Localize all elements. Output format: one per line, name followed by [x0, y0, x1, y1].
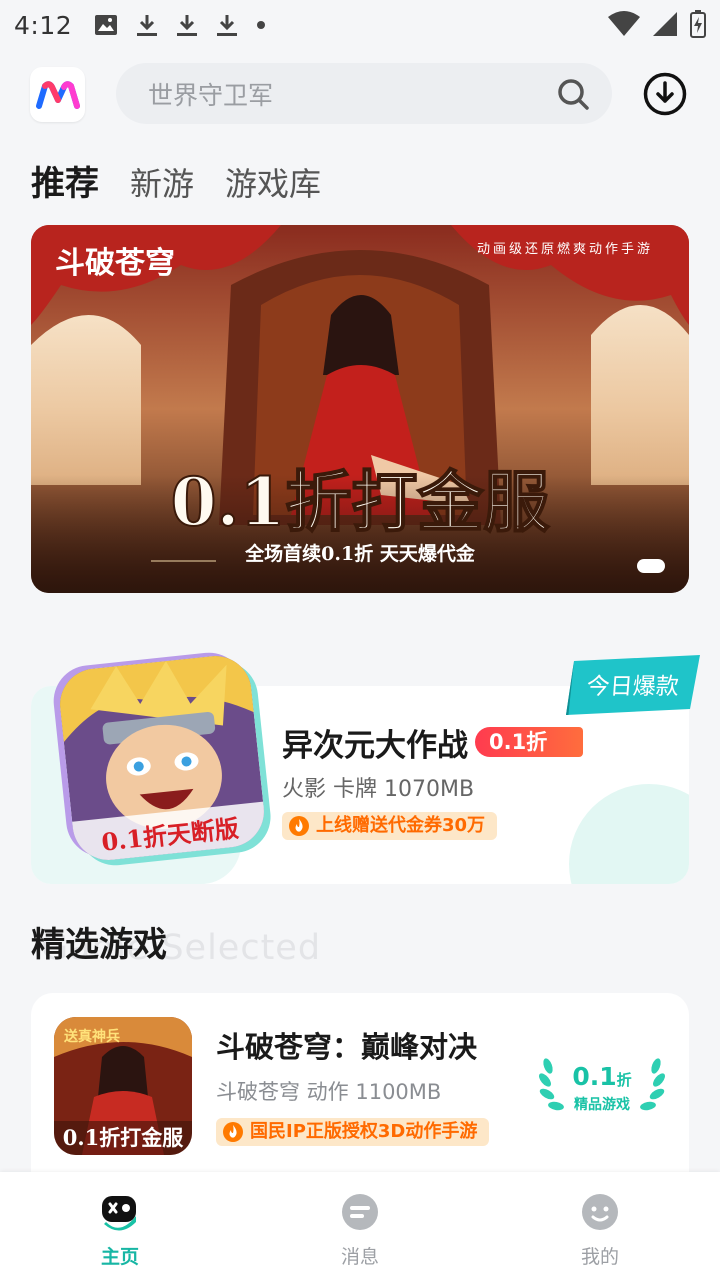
- hot-game-icon[interactable]: 0.1折天断版: [56, 652, 268, 864]
- search-placeholder: 世界守卫军: [148, 80, 274, 110]
- game-art-image: 0.1折天断版: [56, 652, 268, 864]
- search-input[interactable]: 世界守卫军: [116, 63, 612, 124]
- tab-new-games[interactable]: 新游: [130, 159, 194, 205]
- app-logo[interactable]: [30, 67, 85, 122]
- notification-icons: [94, 13, 266, 37]
- discount-unit: 折: [616, 1071, 632, 1089]
- tab-recommend[interactable]: 推荐: [31, 156, 99, 205]
- game-art-image: 送真神兵 0.1折打金服: [54, 1017, 192, 1155]
- game-icon-tag: 送真神兵: [63, 1028, 120, 1045]
- top-tabs: 推荐 新游 游戏库: [31, 156, 321, 205]
- flame-icon: [223, 1122, 243, 1142]
- hot-game-promo: 上线赠送代金券30万: [282, 812, 498, 840]
- banner-logo-text: 斗破苍穹: [55, 246, 175, 281]
- promo-banner[interactable]: 斗破苍穹 动画级还原燃爽动作手游 0.1折打金服 全场首续0.1折 天天爆代金: [31, 225, 689, 593]
- game-meta: 斗破苍穹 动作 1100MB: [216, 1080, 442, 1104]
- wifi-icon: [608, 11, 640, 36]
- app-logo-icon: [35, 80, 80, 109]
- battery-icon: [690, 10, 706, 38]
- banner-headline: 0.1折打金服: [171, 463, 550, 541]
- status-time: 4:12: [14, 10, 73, 40]
- game-controller-icon: [102, 1196, 136, 1231]
- bottom-nav: 主页 消息 我的: [0, 1172, 720, 1280]
- message-icon: [342, 1194, 378, 1230]
- banner-tagline: 动画级还原燃爽动作手游: [477, 241, 653, 257]
- search-icon[interactable]: [556, 77, 590, 111]
- profile-face-icon: [582, 1194, 618, 1230]
- image-icon: [95, 15, 118, 35]
- status-bar: 4:12: [0, 0, 720, 50]
- nav-messages-label: 消息: [340, 1246, 379, 1268]
- discount-number: 0.1: [572, 1062, 617, 1091]
- hot-game-meta: 火影 卡牌 1070MB: [282, 777, 475, 802]
- game-title: 斗破苍穹：巅峰对决: [216, 1030, 478, 1064]
- game-promo: 国民IP正版授权3D动作手游: [216, 1118, 490, 1146]
- flame-icon: [289, 816, 309, 836]
- nav-profile[interactable]: 我的: [540, 1172, 660, 1280]
- nav-messages[interactable]: 消息: [300, 1172, 420, 1280]
- tab-game-library[interactable]: 游戏库: [225, 159, 321, 205]
- nav-profile-label: 我的: [580, 1246, 619, 1268]
- section-title: 精选游戏: [31, 925, 167, 965]
- nav-home[interactable]: 主页: [60, 1172, 180, 1280]
- discount-badge: 0.1折: [475, 727, 584, 757]
- game-icon[interactable]: 送真神兵 0.1折打金服: [54, 1017, 192, 1155]
- banner-image: 斗破苍穹 动画级还原燃爽动作手游 0.1折打金服 全场首续0.1折 天天爆代金: [31, 225, 689, 593]
- dot-icon: [257, 21, 266, 29]
- today-hot-badge-label: 今日爆款: [585, 674, 680, 700]
- download-circle-icon[interactable]: [643, 72, 687, 116]
- download-icon: [177, 15, 198, 36]
- system-icons: [608, 10, 706, 38]
- download-icon: [137, 15, 158, 36]
- download-icon: [217, 15, 238, 36]
- hot-game-title: 异次元大作战: [282, 728, 468, 764]
- discount-value: 0.1折: [540, 1062, 664, 1091]
- signal-icon: [653, 12, 677, 36]
- carousel-indicator: [637, 559, 665, 573]
- hot-game-promo-text: 上线赠送代金券30万: [316, 815, 486, 836]
- card-decoration: [569, 784, 689, 884]
- nav-home-label: 主页: [100, 1246, 139, 1268]
- discount-caption: 精品游戏: [574, 1097, 630, 1113]
- game-icon-caption: 0.1折打金服: [63, 1125, 185, 1150]
- game-promo-text: 国民IP正版授权3D动作手游: [250, 1121, 478, 1142]
- banner-subline: 全场首续0.1折 天天爆代金: [244, 542, 476, 565]
